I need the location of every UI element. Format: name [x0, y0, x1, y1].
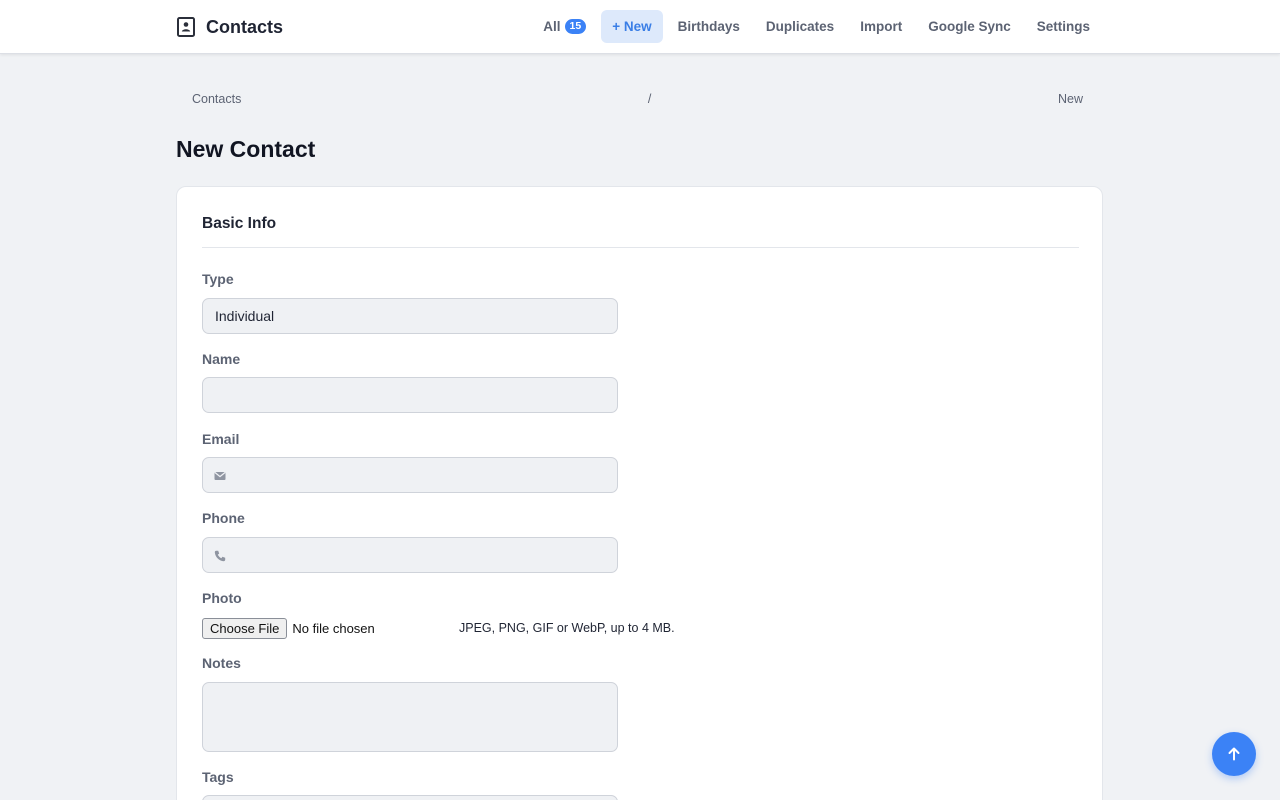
arrow-up-icon: [1228, 747, 1240, 761]
type-label: Type: [202, 271, 234, 287]
type-select-value: Individual: [215, 308, 275, 324]
file-status: No file chosen: [292, 620, 375, 636]
app-title: Contacts: [206, 16, 284, 37]
notes-textarea[interactable]: [202, 682, 618, 752]
tags-input[interactable]: [202, 795, 618, 800]
nav-import[interactable]: Import: [847, 10, 915, 43]
phone-icon: [214, 550, 226, 562]
photo-file-input[interactable]: Choose File No file chosen: [202, 617, 375, 639]
page-title: New Contact: [176, 136, 316, 162]
type-select[interactable]: Individual: [202, 298, 618, 334]
photo-help-text: JPEG, PNG, GIF or WebP, up to 4 MB.: [459, 621, 675, 635]
email-field[interactable]: [202, 457, 618, 493]
email-input[interactable]: [215, 458, 605, 492]
section-title: Basic Info: [202, 215, 277, 232]
nav-birthdays[interactable]: Birthdays: [665, 10, 753, 43]
nav-google-sync[interactable]: Google Sync: [915, 10, 1024, 43]
photo-label: Photo: [202, 590, 242, 606]
scroll-to-top-button[interactable]: [1212, 732, 1256, 776]
main-nav: All 15 + New Birthdays Duplicates Import…: [530, 10, 1103, 43]
count-badge: 15: [564, 19, 587, 34]
name-label: Name: [202, 351, 241, 367]
breadcrumb-separator: /: [647, 92, 652, 106]
nav-all[interactable]: All 15: [530, 10, 599, 43]
nav-duplicates[interactable]: Duplicates: [753, 10, 847, 43]
contact-book-icon: [177, 17, 195, 37]
phone-field[interactable]: [202, 537, 618, 573]
contact-form-card: Basic Info Type Individual Name Email Ph…: [176, 186, 1103, 800]
section-divider: [202, 247, 1079, 248]
notes-label: Notes: [202, 655, 241, 671]
nav-new[interactable]: + New: [601, 10, 663, 43]
brand[interactable]: Contacts: [177, 0, 283, 54]
top-navbar: Contacts All 15 + New Birthdays Duplicat…: [0, 0, 1280, 54]
breadcrumb-current: New: [1057, 92, 1083, 106]
name-field[interactable]: [202, 377, 618, 413]
breadcrumb: Contacts / New: [192, 90, 1083, 108]
phone-label: Phone: [202, 510, 245, 526]
choose-file-button[interactable]: Choose File: [202, 617, 288, 639]
email-label: Email: [202, 431, 240, 447]
tags-label: Tags: [202, 769, 234, 785]
nav-settings[interactable]: Settings: [1024, 10, 1103, 43]
breadcrumb-root[interactable]: Contacts: [192, 92, 241, 106]
envelope-icon: [214, 471, 226, 480]
nav-all-label: All: [543, 19, 561, 34]
name-input[interactable]: [215, 378, 605, 412]
phone-input[interactable]: [215, 538, 605, 572]
